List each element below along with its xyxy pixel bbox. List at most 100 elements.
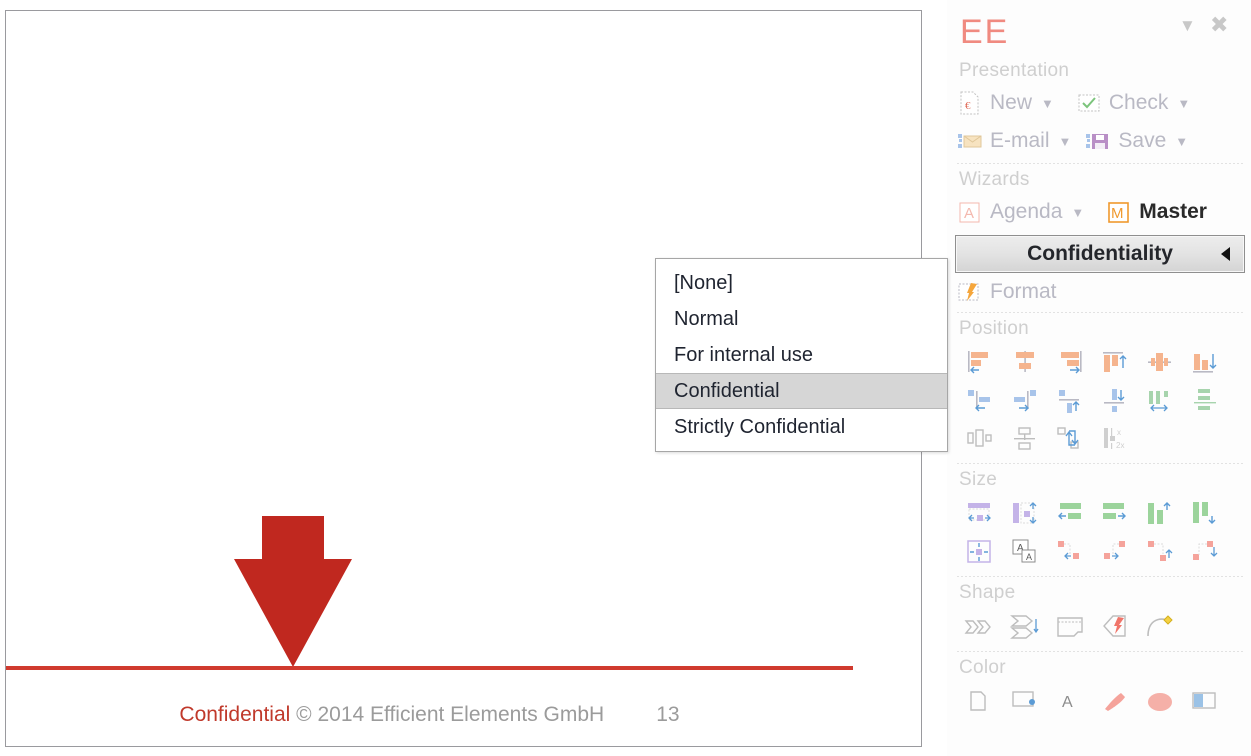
save-caret[interactable]: ▼ [1175, 134, 1188, 149]
snap-right-icon[interactable] [1002, 382, 1047, 420]
footer-rule [6, 666, 853, 670]
distribute-horizontal-icon[interactable] [1137, 382, 1182, 420]
size-icon-grid: A A [947, 493, 1251, 573]
efficient-elements-panel: EE ▼ ✖ Presentation € New ▼ Check ▼ E-ma… [947, 0, 1251, 756]
color-picker-icon[interactable] [957, 683, 1002, 721]
curve-connector-icon[interactable] [1137, 608, 1182, 646]
ee-logo: EE [960, 13, 1010, 51]
new-presentation-label: New [990, 91, 1033, 114]
divider-format [957, 312, 1243, 313]
swap-positions-icon[interactable] [1047, 420, 1092, 458]
menu-item-normal[interactable]: Normal [656, 301, 947, 337]
menu-item-for-internal-use[interactable]: For internal use [656, 337, 947, 373]
footer-copyright: © 2014 Efficient Elements GmbH [290, 703, 605, 726]
save-icon [1085, 128, 1111, 154]
shape-icon-grid [947, 606, 1251, 648]
agenda-label: Agenda [990, 200, 1063, 223]
divider-size [957, 576, 1243, 577]
divider-presentation [957, 163, 1243, 164]
triangle-left-icon [1221, 247, 1230, 261]
email-button[interactable]: E-mail [957, 124, 1050, 158]
save-label: Save [1118, 129, 1167, 152]
save-button[interactable]: Save [1085, 124, 1166, 158]
confidentiality-dropdown-menu[interactable]: [None] Normal For internal use Confident… [655, 258, 948, 452]
color-icon-grid: A [947, 681, 1251, 723]
svg-text:€: € [965, 100, 971, 112]
position-icon-grid: x 2x [947, 342, 1251, 460]
distribute-vertical-icon[interactable] [1182, 382, 1227, 420]
arrow-stack-icon[interactable] [1002, 608, 1047, 646]
align-top-icon[interactable] [1092, 344, 1137, 382]
align-middle-icon[interactable] [1137, 344, 1182, 382]
align-bottom-icon[interactable] [1182, 344, 1227, 382]
chevron-down-icon[interactable]: ▼ [1179, 16, 1196, 36]
confidentiality-section-button[interactable]: Confidentiality [955, 235, 1245, 273]
new-presentation-button[interactable]: € New [957, 86, 1032, 120]
autofit-text-icon[interactable]: A A [1002, 533, 1047, 571]
width-min-icon[interactable] [1047, 495, 1092, 533]
app-window: Confidential © 2014 Efficient Elements G… [0, 0, 1251, 756]
snap-bottom-icon[interactable] [1092, 382, 1137, 420]
matrix-layout-icon[interactable]: x 2x [1092, 420, 1137, 458]
palette-icon[interactable] [1137, 683, 1182, 721]
height-same-icon[interactable] [1002, 495, 1047, 533]
email-icon [957, 128, 983, 154]
height-max-icon[interactable] [1182, 495, 1227, 533]
shape-convert-icon[interactable] [1092, 608, 1137, 646]
divider-shape [957, 651, 1243, 652]
align-center-icon[interactable] [1002, 344, 1047, 382]
align-left-icon[interactable] [957, 344, 1002, 382]
email-caret[interactable]: ▼ [1059, 134, 1072, 149]
nudge-up-icon[interactable] [1137, 533, 1182, 571]
agenda-caret[interactable]: ▼ [1071, 205, 1084, 220]
master-button[interactable]: M Master [1106, 195, 1207, 229]
format-button[interactable]: Format [957, 275, 1057, 309]
divider-position [957, 463, 1243, 464]
align-right-icon[interactable] [1047, 344, 1092, 382]
email-label: E-mail [990, 129, 1050, 152]
brush-color-icon[interactable] [1092, 683, 1137, 721]
banner-shape-icon[interactable] [1047, 608, 1092, 646]
master-label: Master [1139, 200, 1207, 223]
svg-text:2x: 2x [1116, 441, 1124, 450]
new-presentation-icon: € [957, 90, 983, 116]
group-label-shape: Shape [959, 582, 1016, 603]
snap-top-icon[interactable] [1047, 382, 1092, 420]
check-icon [1076, 90, 1102, 116]
group-label-color: Color [959, 657, 1006, 678]
svg-text:A: A [1026, 552, 1032, 562]
height-min-icon[interactable] [1137, 495, 1182, 533]
nudge-right-icon[interactable] [1092, 533, 1137, 571]
new-presentation-caret[interactable]: ▼ [1041, 96, 1054, 111]
check-caret[interactable]: ▼ [1177, 96, 1190, 111]
nudge-down-icon[interactable] [1182, 533, 1227, 571]
chevron-shapes-icon[interactable] [957, 608, 1002, 646]
close-icon[interactable]: ✖ [1210, 14, 1228, 36]
red-down-arrow [233, 516, 353, 673]
font-color-icon[interactable]: A [1047, 683, 1092, 721]
spread-horizontal-icon[interactable] [957, 420, 1002, 458]
width-max-icon[interactable] [1092, 495, 1137, 533]
master-icon: M [1106, 199, 1132, 225]
fill-color-icon[interactable] [1002, 683, 1047, 721]
format-icon [957, 279, 983, 305]
svg-text:x: x [1117, 428, 1121, 437]
wizards-row-1: A Agenda ▼ M Master [947, 193, 1251, 231]
snap-left-icon[interactable] [957, 382, 1002, 420]
width-same-icon[interactable] [957, 495, 1002, 533]
nudge-left-icon[interactable] [1047, 533, 1092, 571]
fit-both-icon[interactable] [957, 533, 1002, 571]
svg-text:A: A [964, 205, 974, 222]
menu-item-none[interactable]: [None] [656, 265, 947, 301]
presentation-row-1: € New ▼ Check ▼ [947, 84, 1251, 122]
group-label-size: Size [959, 469, 998, 490]
agenda-button[interactable]: A Agenda [957, 195, 1062, 229]
svg-text:A: A [1062, 694, 1073, 711]
menu-item-strictly-confidential[interactable]: Strictly Confidential [656, 409, 947, 445]
check-button[interactable]: Check [1076, 86, 1169, 120]
menu-item-confidential[interactable]: Confidential [656, 373, 947, 409]
stack-vertical-icon[interactable] [1002, 420, 1047, 458]
format-label: Format [990, 280, 1057, 303]
check-label: Check [1108, 91, 1169, 114]
theme-color-icon[interactable] [1182, 683, 1227, 721]
